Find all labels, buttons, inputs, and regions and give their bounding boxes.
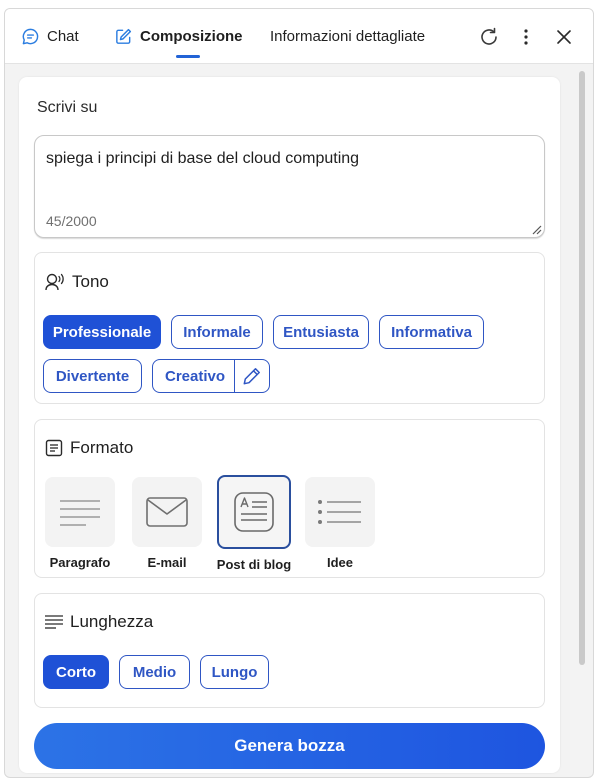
scrollbar[interactable] <box>579 71 585 665</box>
more-options-button[interactable] <box>512 23 540 51</box>
tone-chip-informativa[interactable]: Informativa <box>379 315 484 349</box>
resize-grip-icon[interactable] <box>530 223 542 235</box>
format-label-idee: Idee <box>326 555 353 570</box>
text-length-icon <box>45 615 63 629</box>
compose-card: Scrivi su spiega i principi di base del … <box>19 77 560 773</box>
prompt-text: spiega i principi di base del cloud comp… <box>46 150 360 167</box>
length-section: Lunghezza Corto Medio Lungo <box>34 593 545 708</box>
tone-title: Tono <box>44 271 109 293</box>
format-title: Formato <box>44 438 133 458</box>
write-about-label: Scrivi su <box>37 99 98 116</box>
format-option-email[interactable]: E-mail <box>124 477 210 570</box>
char-counter: 45/2000 <box>46 213 97 229</box>
tone-chip-divertente[interactable]: Divertente <box>43 359 142 393</box>
refresh-icon <box>481 27 497 45</box>
length-title-label: Lunghezza <box>70 612 154 631</box>
format-option-post-di-blog[interactable]: Post di blog <box>211 475 297 572</box>
pencil-icon <box>243 368 260 385</box>
tone-chip-professionale[interactable]: Professionale <box>43 315 161 349</box>
format-option-paragrafo[interactable]: Paragrafo <box>37 477 123 570</box>
more-vertical-icon <box>524 29 528 45</box>
compose-panel: Chat Composizione Informazioni dettaglia… <box>4 8 594 778</box>
length-title: Lunghezza <box>44 612 153 632</box>
close-icon <box>557 30 571 44</box>
envelope-icon <box>146 497 188 527</box>
blog-post-icon <box>234 492 274 532</box>
format-tile-paragrafo <box>45 477 115 547</box>
tab-informazioni[interactable]: Informazioni dettagliate <box>270 9 425 64</box>
tone-section: Tono Professionale Informale Entusiasta … <box>34 252 545 404</box>
tone-title-label: Tono <box>72 272 109 291</box>
format-title-label: Formato <box>70 438 134 457</box>
generate-draft-button[interactable]: Genera bozza <box>34 723 545 769</box>
refresh-button[interactable] <box>475 23 503 51</box>
format-label-post-di-blog: Post di blog <box>216 557 292 572</box>
tab-chat[interactable]: Chat <box>21 9 79 64</box>
tone-chip-informale[interactable]: Informale <box>171 315 263 349</box>
format-tile-idee <box>305 477 375 547</box>
format-tile-email <box>132 477 202 547</box>
document-format-icon <box>45 439 63 457</box>
bulleted-list-icon <box>318 500 361 524</box>
compose-edit-icon <box>116 28 132 44</box>
format-tile-post-di-blog <box>217 475 291 549</box>
prompt-textarea[interactable]: spiega i principi di base del cloud comp… <box>34 135 545 238</box>
tone-chip-entusiasta[interactable]: Entusiasta <box>273 315 369 349</box>
close-button[interactable] <box>550 23 578 51</box>
speaking-head-icon <box>45 273 64 291</box>
top-tab-bar: Chat Composizione Informazioni dettaglia… <box>5 9 593 64</box>
tone-chip-creativo-label: Creativo <box>165 367 226 385</box>
tab-composizione-label: Composizione <box>140 28 243 45</box>
chat-bubble-icon <box>22 28 39 45</box>
edit-tone-button[interactable] <box>234 360 269 392</box>
active-tab-indicator <box>176 55 200 58</box>
paragraph-icon <box>60 500 100 526</box>
format-label-email: E-mail <box>147 555 187 570</box>
tab-chat-label: Chat <box>47 28 79 45</box>
tab-informazioni-label: Informazioni dettagliate <box>270 28 426 45</box>
length-chip-lungo[interactable]: Lungo <box>200 655 269 689</box>
length-chip-corto[interactable]: Corto <box>43 655 109 689</box>
length-chip-medio[interactable]: Medio <box>119 655 190 689</box>
format-label-paragrafo: Paragrafo <box>49 555 111 570</box>
tab-composizione[interactable]: Composizione <box>114 9 243 64</box>
format-option-idee[interactable]: Idee <box>297 477 383 570</box>
format-section: Formato Paragrafo E-mail Post di blog Id… <box>34 419 545 578</box>
tone-chip-creativo[interactable]: Creativo <box>152 359 270 393</box>
